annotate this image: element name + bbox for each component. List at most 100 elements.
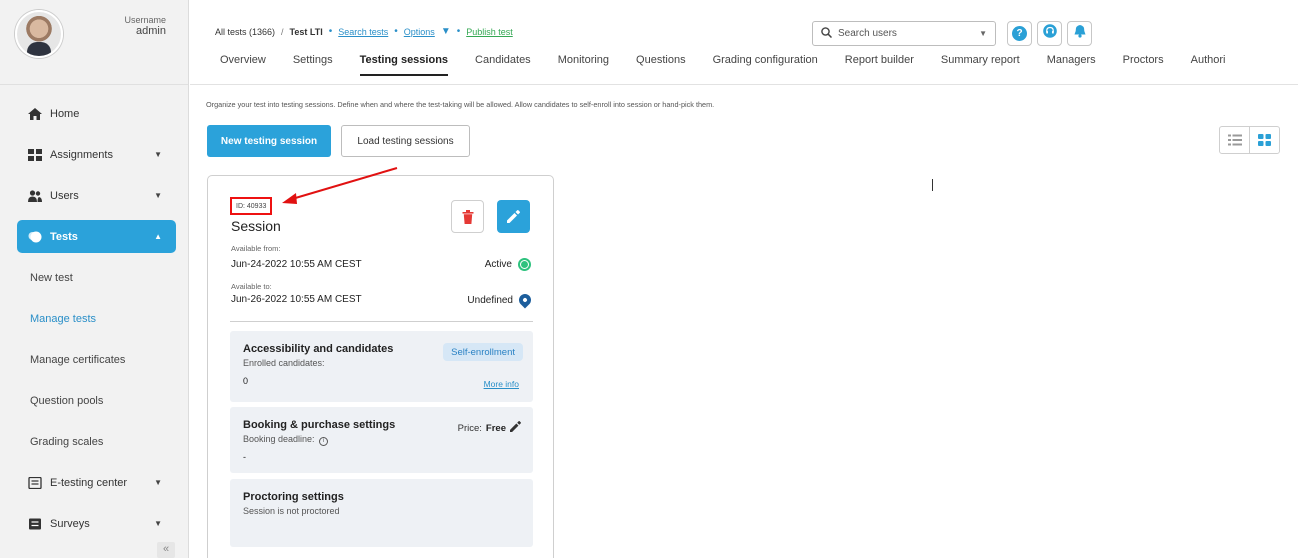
- tab-managers[interactable]: Managers: [1047, 54, 1096, 76]
- list-view-icon: [1227, 134, 1242, 146]
- sidebar-item-label: Surveys: [50, 517, 90, 530]
- available-from-label: Available from:: [231, 244, 281, 253]
- sidebar-subitem-question-pools[interactable]: Question pools: [0, 380, 188, 421]
- username-value: admin: [136, 25, 166, 37]
- edit-session-button[interactable]: [497, 200, 530, 233]
- tab-questions[interactable]: Questions: [636, 54, 686, 76]
- load-testing-sessions-button[interactable]: Load testing sessions: [341, 125, 470, 157]
- grid-view-icon: [1258, 134, 1272, 146]
- sidebar-nav: Home Assignments ▼ Users ▼ Tests ▲ New t…: [0, 85, 188, 544]
- sidebar-subitem-manage-tests[interactable]: Manage tests: [0, 298, 188, 339]
- chevron-down-icon: ▼: [154, 150, 162, 159]
- delete-session-button[interactable]: [451, 200, 484, 233]
- sidebar-item-assignments[interactable]: Assignments ▼: [0, 134, 188, 175]
- info-icon[interactable]: i: [319, 437, 329, 446]
- session-status: Active: [485, 258, 531, 271]
- sidebar: Username admin Home Assignments ▼ Users …: [0, 0, 189, 558]
- location-pin-icon: [516, 291, 534, 309]
- sidebar-item-label: Tests: [50, 230, 78, 243]
- notifications-button[interactable]: [1067, 21, 1092, 46]
- sidebar-item-label: E-testing center: [50, 476, 128, 489]
- grid-view-button[interactable]: [1249, 127, 1279, 153]
- tab-overview[interactable]: Overview: [220, 54, 266, 76]
- breadcrumb-all-tests[interactable]: All tests (1366): [215, 27, 275, 37]
- headset-icon: [1042, 24, 1057, 43]
- search-tests-link[interactable]: Search tests: [338, 27, 388, 37]
- options-dropdown-icon[interactable]: ▼: [441, 26, 451, 37]
- available-to-value: Jun-26-2022 10:55 AM CEST: [231, 294, 362, 305]
- publish-test-link[interactable]: Publish test: [466, 27, 513, 37]
- tab-monitoring[interactable]: Monitoring: [558, 54, 609, 76]
- e-testing-center-icon: [28, 476, 42, 489]
- accessibility-section: Accessibility and candidates Self-enroll…: [230, 331, 533, 402]
- available-to-label: Available to:: [231, 282, 272, 291]
- sidebar-item-surveys[interactable]: Surveys ▼: [0, 503, 188, 544]
- sidebar-item-tests[interactable]: Tests ▲: [17, 220, 176, 253]
- users-icon: [28, 189, 42, 202]
- surveys-icon: [28, 518, 42, 530]
- sidebar-subitem-grading-scales[interactable]: Grading scales: [0, 421, 188, 462]
- chevron-down-icon: ▼: [154, 519, 162, 528]
- sidebar-item-label: Users: [50, 189, 79, 202]
- breadcrumb-current: Test LTI: [289, 26, 323, 37]
- help-button[interactable]: ?: [1007, 21, 1032, 46]
- text-cursor: [932, 179, 933, 191]
- session-location: Undefined: [467, 291, 534, 309]
- sidebar-item-e-testing-center[interactable]: E-testing center ▼: [0, 462, 188, 503]
- chevron-down-icon[interactable]: ▼: [979, 29, 987, 38]
- bell-icon: [1073, 24, 1087, 43]
- tab-grading-configuration[interactable]: Grading configuration: [713, 54, 818, 76]
- pencil-icon: [507, 210, 520, 223]
- sidebar-subitem-new-test[interactable]: New test: [0, 257, 188, 298]
- chevron-down-icon: ▼: [154, 478, 162, 487]
- tab-authoring[interactable]: Authori: [1191, 54, 1226, 76]
- assignments-icon: [28, 148, 42, 161]
- proctoring-title: Proctoring settings: [243, 491, 344, 503]
- tab-bar: Overview Settings Testing sessions Candi…: [220, 54, 1252, 76]
- avatar: [15, 10, 63, 58]
- tab-testing-sessions[interactable]: Testing sessions: [359, 54, 449, 76]
- collapse-sidebar-button[interactable]: «: [157, 542, 175, 558]
- tests-icon: [28, 231, 42, 243]
- view-toggle: [1219, 126, 1280, 154]
- tab-report-builder[interactable]: Report builder: [845, 54, 914, 76]
- enrolled-candidates-value: 0: [243, 376, 249, 386]
- list-view-button[interactable]: [1220, 127, 1249, 153]
- divider: [230, 321, 533, 322]
- price-display: Price: Free: [458, 421, 521, 435]
- self-enrollment-badge: Self-enrollment: [443, 343, 523, 361]
- chevron-down-icon: ▼: [154, 191, 162, 200]
- tab-candidates[interactable]: Candidates: [475, 54, 531, 76]
- proctoring-status: Session is not proctored: [243, 506, 340, 516]
- tab-proctors[interactable]: Proctors: [1123, 54, 1164, 76]
- session-card: ID: 40933 Session Available from: Jun-24…: [207, 175, 554, 558]
- page-header: All tests (1366) / Test LTI • Search tes…: [190, 0, 1298, 85]
- price-label: Price:: [457, 422, 482, 434]
- breadcrumb-separator: /: [281, 26, 284, 37]
- home-icon: [28, 107, 42, 120]
- chevron-up-icon: ▲: [154, 232, 162, 241]
- available-from-value: Jun-24-2022 10:55 AM CEST: [231, 259, 362, 270]
- proctoring-section: Proctoring settings Session is not proct…: [230, 479, 533, 547]
- new-testing-session-button[interactable]: New testing session: [207, 125, 331, 157]
- sidebar-item-users[interactable]: Users ▼: [0, 175, 188, 216]
- username-label: Username: [124, 15, 166, 25]
- tab-settings[interactable]: Settings: [293, 54, 333, 76]
- status-label: Active: [484, 259, 512, 270]
- support-button[interactable]: [1037, 21, 1062, 46]
- breadcrumb: All tests (1366) / Test LTI • Search tes…: [215, 26, 513, 37]
- help-icon: ?: [1012, 26, 1027, 41]
- more-info-link[interactable]: More info: [484, 379, 519, 389]
- search-icon: [821, 26, 833, 41]
- search-placeholder: Search users: [838, 28, 897, 39]
- tab-summary-report[interactable]: Summary report: [941, 54, 1020, 76]
- options-link[interactable]: Options: [404, 27, 435, 37]
- search-users-input[interactable]: Search users ▼: [812, 21, 996, 46]
- session-title: Session: [231, 218, 281, 234]
- sidebar-item-home[interactable]: Home: [0, 93, 188, 134]
- edit-price-icon[interactable]: [510, 421, 521, 435]
- sidebar-subitem-manage-certificates[interactable]: Manage certificates: [0, 339, 188, 380]
- user-profile[interactable]: Username admin: [0, 0, 188, 85]
- location-label: Undefined: [467, 294, 513, 306]
- session-id: ID: 40933: [230, 197, 273, 215]
